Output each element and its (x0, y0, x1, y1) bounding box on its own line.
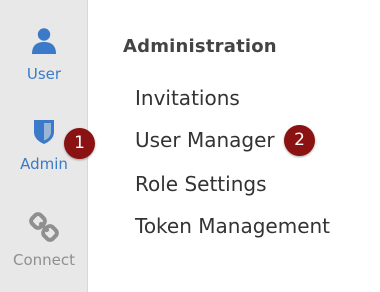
link-icon (29, 212, 59, 242)
shield-icon (34, 120, 54, 144)
menu-item-user-manager[interactable]: User Manager (135, 128, 275, 152)
menu-item-invitations[interactable]: Invitations (135, 86, 240, 110)
sidebar-item-label: User (26, 65, 62, 83)
sidebar-item-label: Connect (12, 251, 76, 269)
admin-panel: Administration Invitations User Manager … (88, 0, 380, 292)
step-badge: 2 (284, 125, 315, 156)
user-icon (32, 28, 56, 54)
menu-item-role-settings[interactable]: Role Settings (135, 172, 266, 196)
menu-item-token-management[interactable]: Token Management (135, 214, 330, 238)
sidebar-item-label: Admin (20, 155, 68, 173)
sidebar-item-user[interactable]: User (0, 26, 88, 106)
sidebar-item-connect[interactable]: Connect (0, 212, 88, 292)
sidebar: User Admin Connect 1 (0, 0, 95, 292)
app-window: User Admin Connect 1 Administration Invi… (0, 0, 380, 292)
section-title: Administration (123, 36, 277, 57)
